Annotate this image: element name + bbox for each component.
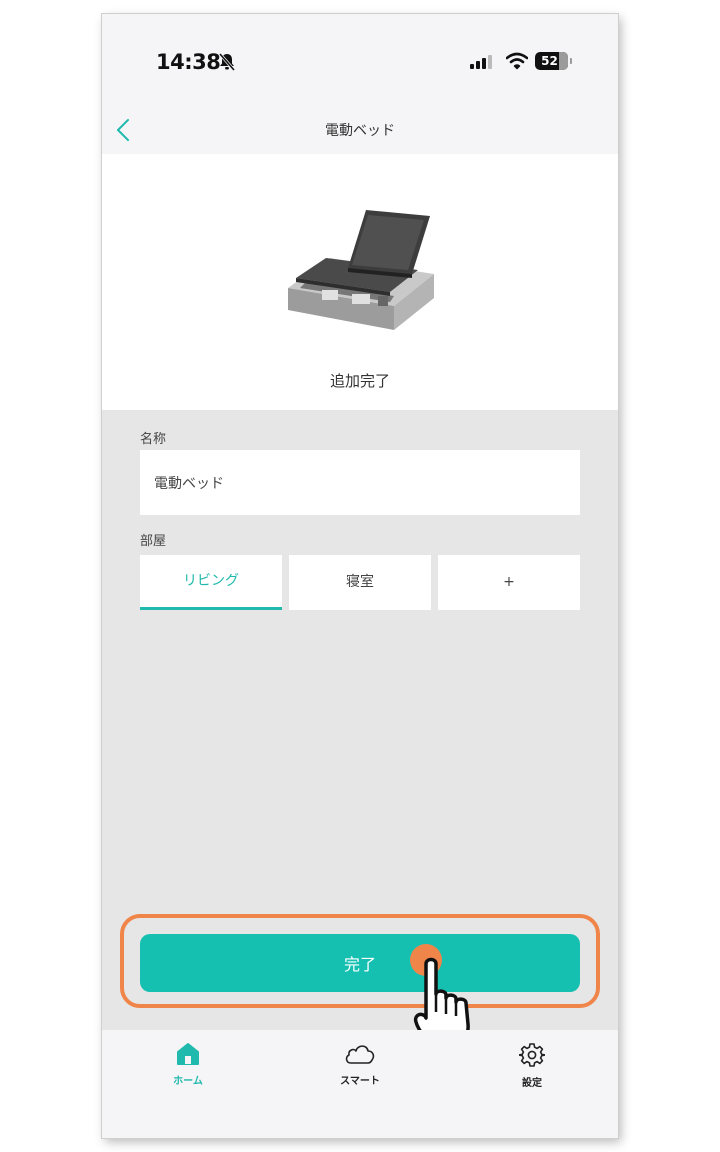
page-title: 電動ベッド xyxy=(325,123,395,139)
added-status-text: 追加完了 xyxy=(329,372,390,390)
tab-smart[interactable]: スマート xyxy=(310,1042,410,1087)
tab-home-label: ホーム xyxy=(173,1076,203,1087)
add-room-button[interactable]: + xyxy=(438,555,580,610)
status-bar: 14:38 52 xyxy=(102,14,618,106)
room-tab-living[interactable]: リビング xyxy=(140,555,282,610)
tab-bar: ホーム スマート 設定 xyxy=(102,1030,618,1138)
nav-bar: 電動ベッド xyxy=(102,106,618,154)
cellular-signal-icon xyxy=(470,55,492,69)
battery-level: 52 xyxy=(541,54,558,68)
cloud-icon xyxy=(343,1045,377,1070)
gear-icon xyxy=(518,1043,546,1072)
status-time: 14:38 xyxy=(156,50,221,74)
bell-slash-icon xyxy=(218,52,236,76)
tab-smart-label: スマート xyxy=(340,1076,380,1087)
phone-screen: 14:38 52 電動ベッド 追加完了 名称 電動ベッド 部屋 リビング 寝室 … xyxy=(102,14,618,1138)
room-tab-bedroom[interactable]: 寝室 xyxy=(289,555,431,610)
device-card: 追加完了 xyxy=(102,154,618,410)
done-button[interactable]: 完了 xyxy=(140,934,580,992)
adjustable-bed-image xyxy=(282,210,438,342)
home-icon xyxy=(175,1043,201,1070)
room-label: 部屋 xyxy=(140,534,167,549)
battery-icon: 52 xyxy=(535,52,568,70)
tab-settings-label: 設定 xyxy=(522,1078,542,1089)
name-label: 名称 xyxy=(140,432,167,447)
room-selector: リビング 寝室 + xyxy=(140,555,580,610)
tab-settings[interactable]: 設定 xyxy=(482,1042,582,1089)
battery-tip xyxy=(570,58,572,64)
name-field[interactable] xyxy=(140,450,580,515)
tab-home[interactable]: ホーム xyxy=(138,1042,238,1087)
wifi-icon xyxy=(505,52,529,74)
